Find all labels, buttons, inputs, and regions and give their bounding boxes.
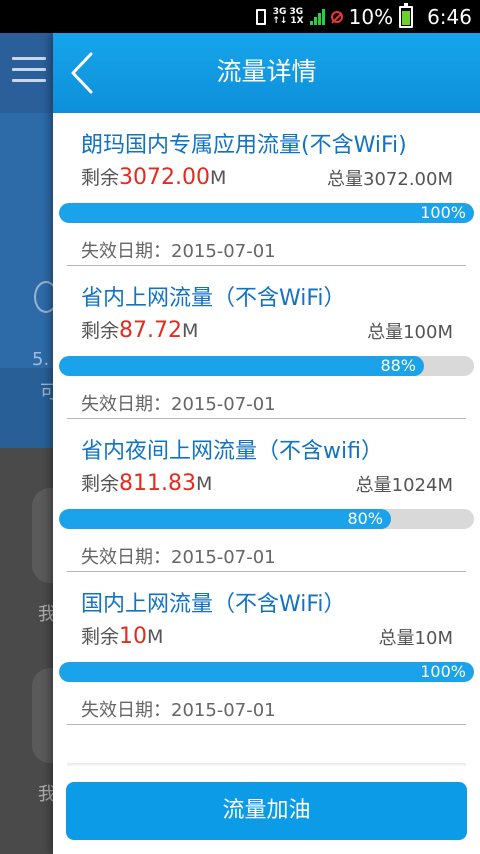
battery-percent: 10%	[348, 5, 394, 29]
nav-bar: 流量详情	[53, 33, 480, 113]
item-title: 省内上网流量（不含WiFi）	[81, 286, 346, 311]
progress-percent: 88%	[380, 356, 416, 375]
remaining-amount: 剩余811.83M	[81, 471, 213, 496]
background-card	[32, 488, 53, 583]
progress-fill	[59, 356, 424, 376]
hamburger-menu-icon[interactable]	[12, 57, 46, 83]
progress-percent: 100%	[420, 203, 466, 222]
background-header	[0, 33, 53, 113]
status-bar: 3G 3G ↑↓ 1X 10% 6:46	[0, 0, 480, 33]
remaining-value: 811.83	[119, 471, 196, 496]
usage-progress-bar: 100%	[59, 662, 474, 682]
footer: 流量加油	[53, 763, 480, 854]
usage-progress-bar: 80%	[59, 509, 474, 529]
progress-fill	[59, 662, 474, 682]
usage-progress-bar: 88%	[59, 356, 474, 376]
expire-date: 失效日期：2015-07-01	[81, 547, 276, 568]
page-title: 流量详情	[216, 57, 317, 86]
drop-icon	[34, 281, 53, 313]
signal-icon	[309, 9, 325, 25]
network-type-indicator: 3G 3G ↑↓ 1X	[272, 7, 304, 26]
total-amount: 总量100M	[367, 322, 453, 343]
usage-progress-bar: 100%	[59, 203, 474, 223]
background-list: 我 我	[0, 448, 53, 854]
battery-charging-icon	[399, 3, 414, 28]
expire-date: 失效日期：2015-07-01	[81, 700, 276, 721]
total-amount: 总量10M	[378, 628, 453, 649]
background-text: 5.	[32, 349, 50, 370]
item-title: 朗玛国内专属应用流量(不含WiFi)	[81, 133, 407, 158]
remaining-value: 3072.00	[119, 165, 210, 190]
remaining-amount: 剩余3072.00M	[81, 165, 227, 190]
background-app: 5. 剩余 可 我 我	[0, 33, 53, 854]
background-stat: 可	[0, 368, 53, 448]
background-text: 可	[40, 382, 53, 403]
background-card	[32, 668, 53, 763]
total-amount: 总量1024M	[355, 475, 453, 496]
expire-date: 失效日期：2015-07-01	[81, 241, 276, 262]
progress-fill	[59, 509, 391, 529]
remaining-amount: 剩余87.72M	[81, 318, 199, 343]
traffic-item: 国内上网流量（不含WiFi） 剩余10M 总量10M 100% 失效日期：201…	[53, 572, 480, 725]
remaining-value: 87.72	[119, 318, 182, 343]
traffic-list: 朗玛国内专属应用流量(不含WiFi) 剩余3072.00M 总量3072.00M…	[53, 113, 480, 725]
status-icons: 3G 3G ↑↓ 1X 10% 6:46	[256, 3, 472, 30]
progress-fill	[59, 203, 474, 223]
progress-percent: 80%	[347, 509, 383, 528]
expire-date: 失效日期：2015-07-01	[81, 394, 276, 415]
traffic-item: 朗玛国内专属应用流量(不含WiFi) 剩余3072.00M 总量3072.00M…	[53, 113, 480, 266]
traffic-item: 省内上网流量（不含WiFi） 剩余87.72M 总量100M 88% 失效日期：…	[53, 266, 480, 419]
sim-icon	[256, 9, 267, 25]
remaining-amount: 剩余10M	[81, 624, 164, 649]
no-sim-icon	[330, 11, 343, 23]
background-text: 我	[38, 604, 53, 625]
refuel-traffic-button[interactable]: 流量加油	[66, 782, 467, 840]
divider	[67, 724, 466, 725]
total-amount: 总量3072.00M	[327, 169, 453, 190]
remaining-value: 10	[119, 624, 148, 649]
item-title: 省内夜间上网流量（不含wifi）	[81, 439, 383, 464]
traffic-detail-panel: 流量详情 朗玛国内专属应用流量(不含WiFi) 剩余3072.00M 总量307…	[53, 33, 480, 854]
item-title: 国内上网流量（不含WiFi）	[81, 592, 346, 617]
clock: 6:46	[427, 5, 472, 29]
background-text: 我	[38, 784, 53, 805]
progress-percent: 100%	[420, 662, 466, 681]
traffic-item: 省内夜间上网流量（不含wifi） 剩余811.83M 总量1024M 80% 失…	[53, 419, 480, 572]
